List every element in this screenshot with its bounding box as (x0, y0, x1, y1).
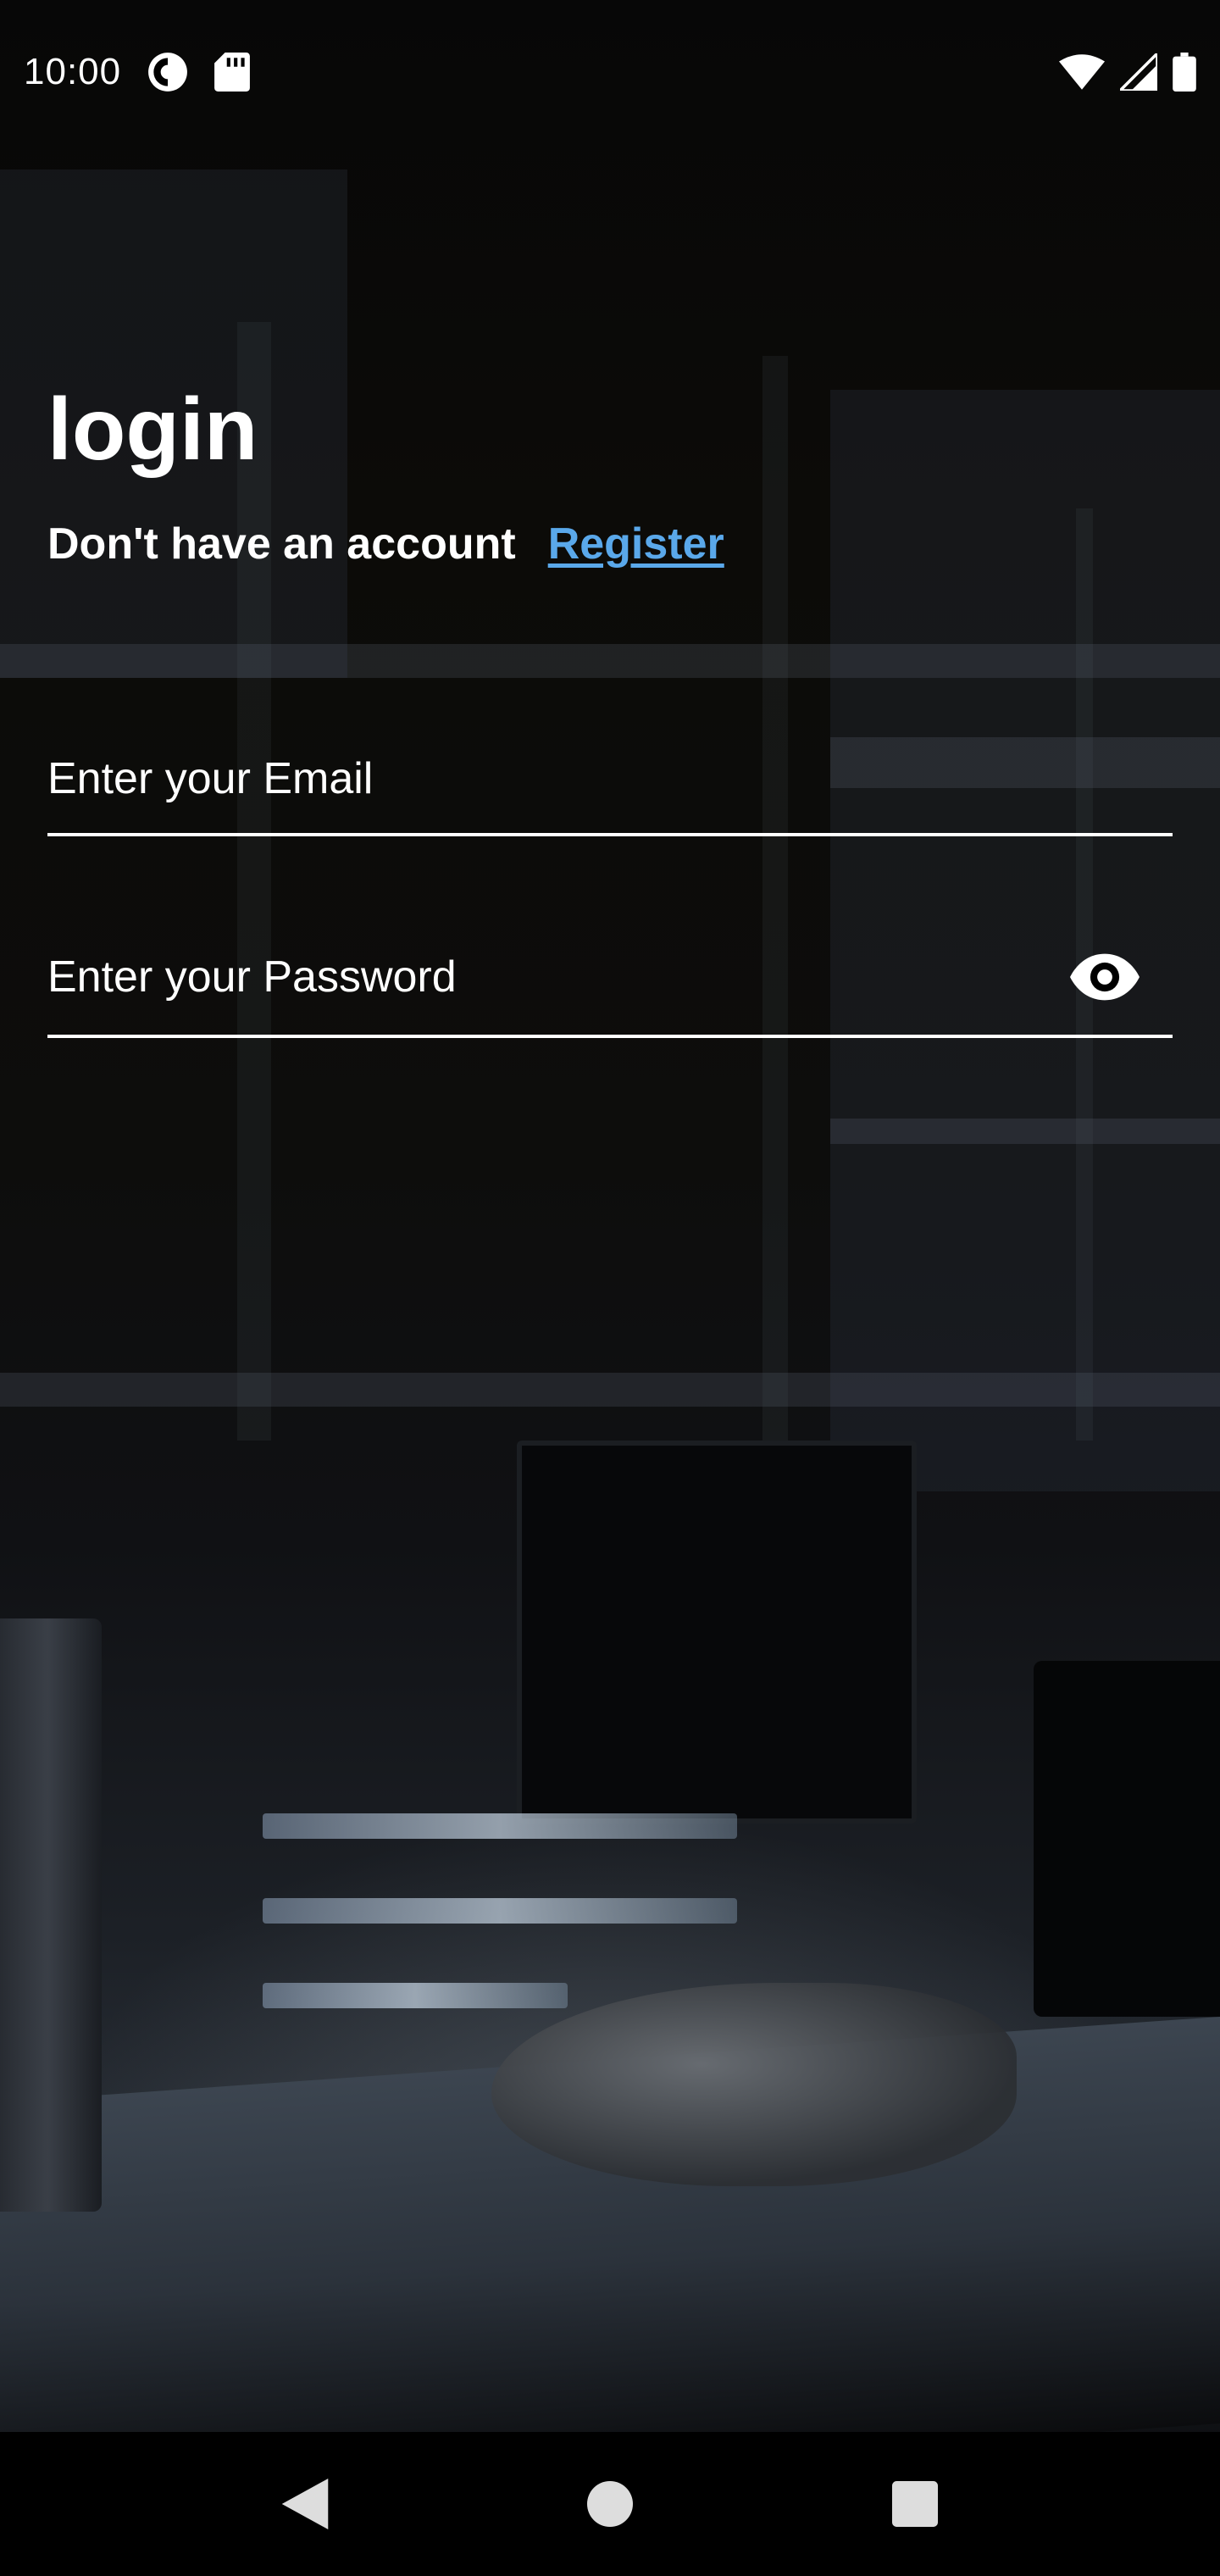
recents-icon[interactable] (868, 2457, 962, 2551)
page-title: login (47, 380, 258, 479)
password-input[interactable] (47, 952, 979, 1002)
navigation-bar (0, 2432, 1220, 2576)
email-input[interactable] (47, 753, 979, 804)
home-icon[interactable] (563, 2457, 657, 2551)
back-icon[interactable] (258, 2457, 352, 2551)
email-field-container (47, 724, 1173, 836)
register-link[interactable]: Register (548, 519, 724, 569)
status-time: 10:00 (24, 51, 122, 92)
password-field-container (47, 919, 1173, 1038)
battery-icon (1173, 53, 1196, 92)
login-screen: 10:00 login Don't have an account Regist… (0, 0, 1220, 2576)
screen-record-icon (147, 51, 189, 93)
sd-card-icon (214, 53, 251, 92)
cell-signal-icon (1120, 53, 1157, 91)
eye-icon[interactable] (1062, 935, 1147, 1019)
status-bar: 10:00 (0, 0, 1220, 144)
account-row: Don't have an account Register (47, 519, 724, 569)
wifi-icon (1059, 54, 1105, 90)
no-account-text: Don't have an account (47, 519, 516, 569)
